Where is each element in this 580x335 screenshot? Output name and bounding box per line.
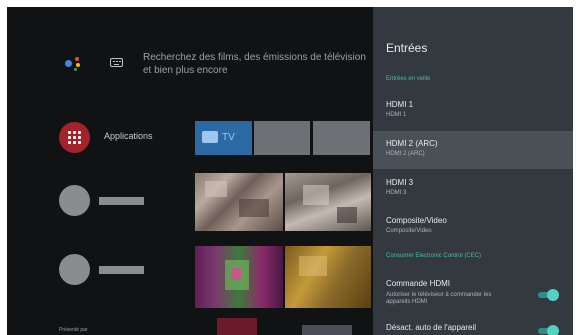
app-tile[interactable] — [254, 121, 310, 155]
program-thumbnail[interactable] — [195, 173, 283, 231]
input-title: Composite/Video — [386, 216, 447, 225]
channel-avatar[interactable] — [59, 254, 90, 285]
program-thumbnail[interactable] — [302, 325, 352, 335]
tv-app-tile[interactable]: TV — [195, 121, 252, 155]
input-subtitle: Composite/Video — [386, 228, 432, 234]
google-assistant-icon[interactable] — [63, 54, 83, 74]
section-cec: Consumer Electronic Control (CEC) — [386, 253, 482, 259]
apps-label: Applications — [104, 131, 153, 141]
keyboard-icon[interactable] — [110, 58, 123, 67]
input-item-hdmi-1[interactable]: HDMI 1 HDMI 1 — [373, 93, 573, 131]
tv-tile-label: TV — [222, 132, 235, 143]
section-standby-inputs: Entrées en veille — [386, 76, 431, 82]
input-subtitle: HDMI 2 (ARC) — [386, 151, 425, 157]
inputs-panel: Entrées Entrées en veille HDMI 1 HDMI 1 … — [373, 7, 573, 335]
input-title: HDMI 1 — [386, 100, 414, 109]
cec-title: Désact. auto de l'appareil — [386, 323, 477, 332]
channel-name-placeholder — [99, 266, 144, 274]
cec-title: Commande HDMI — [386, 279, 451, 288]
search-prompt[interactable]: Recherchez des films, des émissions de t… — [143, 51, 368, 77]
channel-avatar[interactable] — [59, 185, 90, 216]
auto-off-toggle[interactable] — [538, 325, 559, 335]
app-tile[interactable] — [313, 121, 370, 155]
program-thumbnail[interactable] — [285, 173, 371, 231]
input-subtitle: HDMI 3 — [386, 190, 407, 196]
program-thumbnail[interactable] — [217, 318, 257, 335]
channel-name-placeholder — [99, 197, 144, 205]
program-thumbnail[interactable] — [195, 246, 283, 308]
cec-item-hdmi-control[interactable]: Commande HDMI Autoriser le téléviseur à … — [373, 271, 573, 315]
input-title: HDMI 2 (ARC) — [386, 139, 438, 148]
cec-item-auto-off[interactable]: Désact. auto de l'appareil — [373, 315, 573, 335]
cec-subtitle: Autoriser le téléviseur à commander les … — [386, 292, 492, 305]
input-item-composite[interactable]: Composite/Video Composite/Video — [373, 208, 573, 246]
input-subtitle: HDMI 1 — [386, 112, 407, 118]
tv-icon — [202, 131, 218, 143]
tv-home-screen: Recherchez des films, des émissions de t… — [7, 7, 573, 335]
presented-by-label: Présenté par — [59, 327, 88, 333]
panel-title: Entrées — [386, 41, 428, 55]
program-thumbnail[interactable] — [285, 246, 371, 308]
input-item-hdmi-3[interactable]: HDMI 3 HDMI 3 — [373, 170, 573, 208]
input-item-hdmi-2-arc[interactable]: HDMI 2 (ARC) HDMI 2 (ARC) — [373, 131, 573, 169]
apps-grid-icon[interactable] — [59, 122, 90, 153]
hdmi-control-toggle[interactable] — [538, 289, 559, 301]
input-title: HDMI 3 — [386, 178, 414, 187]
